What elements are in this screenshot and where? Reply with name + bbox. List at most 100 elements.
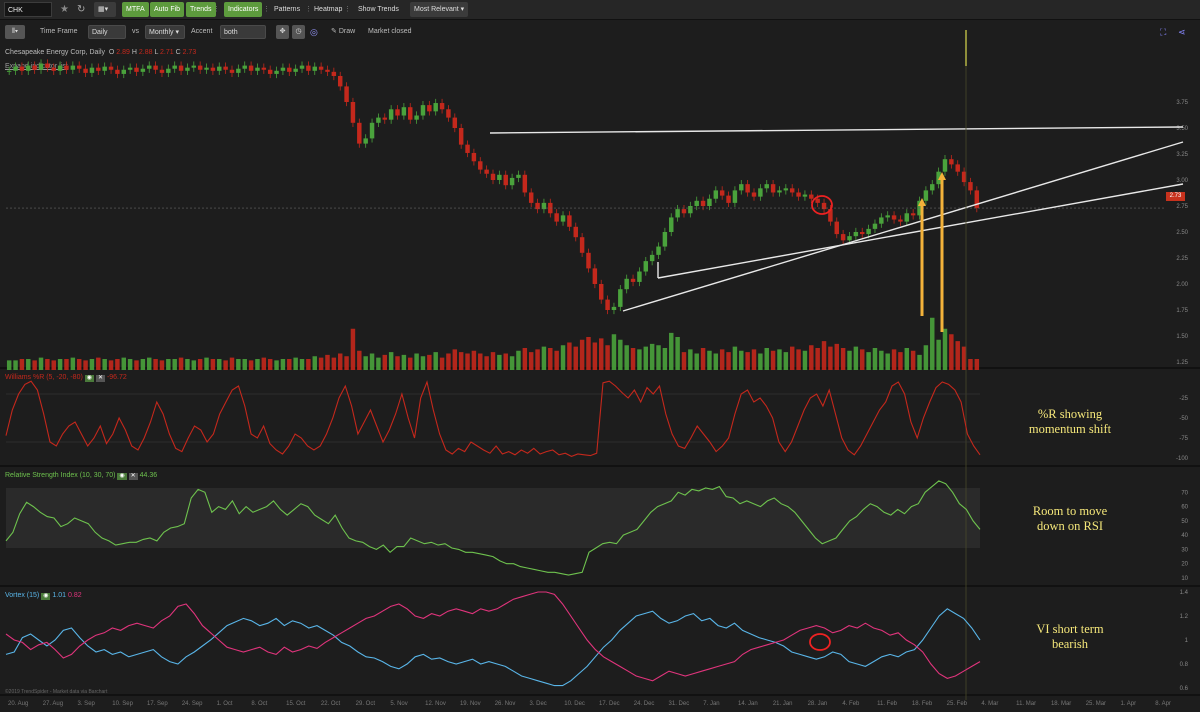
candle — [942, 159, 948, 172]
volume-bar — [560, 345, 566, 370]
volume-bar — [637, 349, 642, 370]
x-tick: 1. Apr — [1120, 701, 1136, 707]
candle — [267, 69, 273, 74]
candle — [274, 70, 279, 74]
candle — [637, 271, 642, 282]
candle — [217, 66, 222, 71]
volume-bar — [96, 357, 101, 370]
candle — [38, 63, 44, 70]
candle — [70, 65, 76, 70]
candle — [19, 66, 25, 71]
eye-icon[interactable]: ◉ — [117, 473, 127, 480]
candle — [261, 67, 267, 70]
volume-bar — [306, 359, 311, 370]
candle — [318, 66, 324, 70]
volume-bar — [236, 359, 241, 370]
candle — [204, 67, 209, 70]
candle — [490, 173, 496, 180]
candle — [382, 117, 388, 120]
candle — [573, 226, 578, 238]
candle — [809, 194, 814, 199]
volume-bar — [115, 359, 120, 370]
volume-bar — [579, 339, 585, 370]
volume-bar — [229, 357, 235, 370]
volume-bar — [433, 352, 438, 370]
volume-bar — [64, 359, 69, 370]
candle — [236, 68, 241, 73]
volume-bar — [630, 348, 636, 370]
candle — [210, 67, 216, 71]
volume-bar — [770, 350, 776, 370]
volume-bar — [783, 352, 789, 370]
volume-bar — [567, 342, 572, 370]
settings-icon[interactable]: ✕ — [95, 375, 105, 382]
price-tick: 3.75 — [1176, 100, 1188, 106]
eye-icon[interactable]: ◉ — [84, 375, 94, 382]
volume-bar — [694, 353, 699, 370]
candle — [974, 190, 980, 209]
candle — [26, 65, 31, 71]
volume-bar — [949, 334, 954, 370]
x-tick: 4. Feb — [842, 701, 860, 707]
price-tick: 3.00 — [1176, 178, 1188, 184]
x-tick: 21. Jan — [773, 701, 793, 707]
volume-bar — [777, 349, 782, 370]
volume-bar — [108, 360, 114, 370]
volume-bar — [299, 359, 305, 370]
volume-bar — [357, 350, 362, 370]
candle — [789, 188, 795, 193]
candle — [688, 206, 693, 214]
candle — [802, 194, 808, 197]
volume-bar — [178, 357, 184, 370]
annotation-line: momentum shift — [1028, 422, 1112, 436]
candle — [408, 107, 413, 120]
candle — [420, 105, 426, 116]
volume-bar — [528, 352, 534, 370]
volume-bar — [490, 352, 496, 370]
candle — [115, 69, 120, 74]
x-tick: 8. Oct — [251, 701, 267, 707]
candle — [669, 217, 674, 232]
candle — [745, 184, 750, 193]
candle — [446, 109, 451, 118]
annotation-line: Room to move — [1032, 504, 1108, 518]
volume-bar — [891, 349, 897, 370]
volume-bar — [45, 359, 50, 370]
volume-bar — [611, 334, 617, 370]
volume-bar — [598, 338, 604, 370]
eye-icon[interactable]: ◉ — [41, 593, 51, 600]
volume-bar — [898, 352, 903, 370]
volume-bar — [172, 359, 177, 370]
volume-bar — [879, 350, 884, 370]
volume-bar — [866, 352, 871, 370]
chart-canvas[interactable]: 3.753.503.253.002.752.502.252.001.751.50… — [0, 0, 1200, 712]
volume-bar — [242, 359, 247, 370]
volume-bar — [656, 345, 661, 370]
x-tick: 31. Dec — [669, 701, 690, 707]
candle — [223, 66, 228, 70]
candle — [949, 159, 954, 165]
settings-icon[interactable]: ✕ — [128, 473, 138, 480]
volume-bar — [452, 349, 458, 370]
candle — [675, 209, 680, 218]
volume-bar — [76, 359, 82, 370]
candle — [713, 190, 719, 199]
x-tick: 17. Dec — [599, 701, 620, 707]
candle — [306, 65, 311, 71]
volume-bar — [936, 339, 941, 370]
volume-bar — [19, 359, 25, 370]
candle — [509, 177, 515, 186]
candle — [930, 184, 935, 191]
volume-bar — [669, 332, 674, 370]
rsi-legend: Relative Strength Index (10, 30, 70) ◉ ✕… — [5, 471, 157, 480]
x-tick: 24. Dec — [634, 701, 655, 707]
volume-bar — [127, 359, 133, 370]
x-tick: 18. Mar — [1051, 701, 1071, 707]
candle — [229, 69, 235, 73]
candle — [344, 86, 349, 102]
volume-bar — [554, 350, 559, 370]
volume-bar — [140, 359, 146, 370]
price-tick: 2.50 — [1176, 230, 1188, 236]
volume-bar — [707, 350, 712, 370]
candle — [904, 213, 910, 222]
